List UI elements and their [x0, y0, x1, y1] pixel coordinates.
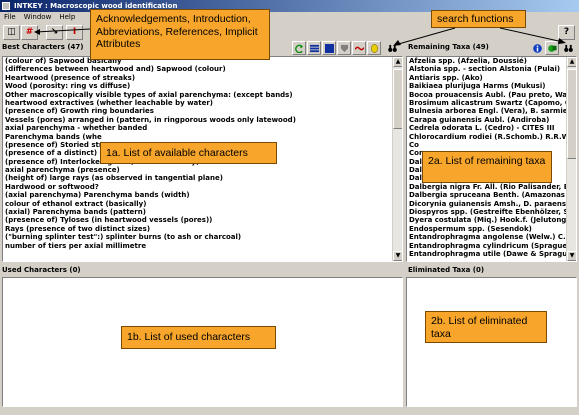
character-item[interactable]: (axial) Parenchyma bands (pattern): [3, 208, 402, 216]
scroll-down-arrow[interactable]: ▼: [393, 251, 402, 261]
scroll-thumb[interactable]: [567, 69, 576, 159]
character-item[interactable]: (height of) large rays (as observed in t…: [3, 174, 402, 182]
taxon-item[interactable]: Co: [407, 141, 576, 149]
arrow-back-icon: [295, 44, 304, 53]
taxon-item[interactable]: Diospyros spp. (Gestreifte Ebenhölzer, S…: [407, 208, 576, 216]
remaining-taxa-header: Remaining Taxa (49): [408, 43, 489, 51]
search-pointer-right: [499, 27, 564, 43]
menu-window[interactable]: Window: [20, 12, 56, 23]
restart-icon: ◫: [7, 27, 16, 37]
restart-from-list-button[interactable]: [292, 41, 306, 55]
best-button[interactable]: [322, 41, 336, 55]
diagnostic-icon: ↘: [50, 27, 59, 37]
help-pointer-icon: ?: [563, 27, 570, 37]
status-bar: [0, 409, 579, 415]
taxon-item[interactable]: Dyera costulata (Miq.) Hook.f. (Jelutong…: [407, 216, 576, 224]
taxon-item[interactable]: Dalbergia nigra Fr. All. (Rio Palisander…: [407, 183, 576, 191]
used-characters-header: Used Characters (0): [2, 266, 81, 274]
character-item[interactable]: Rays (presence of two distinct sizes): [3, 225, 402, 233]
info-icon: [533, 44, 542, 53]
taxon-item[interactable]: Entandrophragma cylindricum (Sprague) Sp: [407, 242, 576, 250]
characters-scrollbar[interactable]: ▲ ▼: [392, 57, 402, 261]
character-item[interactable]: number of tiers per axial millimetre: [3, 242, 402, 250]
character-item[interactable]: Other macroscopically visible types of a…: [3, 91, 402, 99]
character-item[interactable]: Hardwood or softwood?: [3, 183, 402, 191]
hash-icon: #: [25, 27, 34, 37]
binoculars-icon: [388, 44, 397, 52]
taxon-item[interactable]: Entandrophragma utile (Dawe & Sprague) S: [407, 250, 576, 258]
eliminated-taxa-callout: 2b. List of eliminated taxa: [425, 311, 547, 343]
character-item[interactable]: ("burning splinter test":) splinter burn…: [3, 233, 402, 241]
binoculars-icon: [564, 44, 573, 52]
character-item[interactable]: colour of ethanol extract (basically): [3, 200, 402, 208]
character-item[interactable]: (presence of) Tyloses (in heartwood vess…: [3, 216, 402, 224]
taxon-item[interactable]: Cedrela odorata L. (Cedro) - CITES III: [407, 124, 576, 132]
shield-icon: [340, 44, 349, 53]
find-characters-button[interactable]: [385, 41, 399, 55]
circle-icon: [371, 44, 378, 53]
diagnostic-button[interactable]: ↘: [46, 25, 63, 40]
taxon-item[interactable]: Carapa guianensis Aubl. (Andiroba): [407, 116, 576, 124]
scroll-up-arrow[interactable]: ▲: [567, 57, 576, 67]
character-item[interactable]: (axial parenchyma) Parenchyma bands (wid…: [3, 191, 402, 199]
taxon-item[interactable]: Brosimum alicastrum Swartz (Capomo, Ojo: [407, 99, 576, 107]
taxon-item[interactable]: Chlorocardium rodiei (R.Schomb.) R.R.W. …: [407, 133, 576, 141]
menu-help[interactable]: Help: [55, 12, 79, 23]
taxon-item[interactable]: Baikiaea plurijuga Harms (Mukusi): [407, 82, 576, 90]
taxon-item[interactable]: Bocoa prouacensis Aubl. (Pau preto, Wama: [407, 91, 576, 99]
taxon-item[interactable]: Dicorynia guianensis Amsh., D. paraensis: [407, 200, 576, 208]
scroll-thumb[interactable]: [393, 69, 402, 129]
taxon-item[interactable]: Endospermum spp. (Sesendok): [407, 225, 576, 233]
display-order-button[interactable]: [307, 41, 321, 55]
character-item[interactable]: Parenchyma bands (whe: [3, 133, 402, 141]
character-item[interactable]: Heartwood (presence of streaks): [3, 74, 402, 82]
remaining-taxa-callout: 2a. List of remaining taxa: [422, 151, 552, 183]
app-icon: [2, 2, 10, 10]
find-taxa-button[interactable]: [561, 41, 575, 55]
character-item[interactable]: heartwood extractives (whether leachable…: [3, 99, 402, 107]
taxon-item[interactable]: Antiaris spp. (Ako): [407, 74, 576, 82]
differences-button[interactable]: [545, 41, 559, 55]
taxon-item[interactable]: Entandrophragma angolense (Welw.) C. DC: [407, 233, 576, 241]
character-item[interactable]: Vessels (pores) arranged in (pattern, in…: [3, 116, 402, 124]
taxa-scrollbar[interactable]: ▲ ▼: [566, 57, 576, 261]
character-item[interactable]: (differences between heartwood and) Sapw…: [3, 65, 402, 73]
search-functions-callout: search functions: [431, 10, 526, 28]
taxon-item[interactable]: Alstonia spp. - section Alstonia (Pulai): [407, 65, 576, 73]
help-pointer-button[interactable]: ?: [558, 25, 575, 40]
used-characters-callout: 1b. List of used characters: [121, 326, 276, 349]
available-characters-callout: 1a. List of available characters: [100, 142, 277, 164]
restart-button[interactable]: ◫: [3, 25, 20, 40]
tolerance-button[interactable]: [352, 41, 366, 55]
menu-file[interactable]: File: [0, 12, 20, 23]
list-lines-icon: [310, 44, 319, 53]
hash-button[interactable]: #: [21, 25, 38, 40]
character-item[interactable]: Wood (porosity: ring vs diffuse): [3, 82, 402, 90]
scroll-up-arrow[interactable]: ▲: [393, 57, 402, 67]
tilde-icon: [355, 46, 364, 51]
separate-icon: I: [72, 27, 77, 37]
taxon-item[interactable]: Dalbergia spruceana Benth. (Amazonas Pa: [407, 191, 576, 199]
green-shapes-icon: [548, 45, 557, 52]
eliminated-taxa-header: Eliminated Taxa (0): [408, 266, 485, 274]
natural-order-button[interactable]: [367, 41, 381, 55]
taxon-item[interactable]: Afzelia spp. (Afzelia, Doussié): [407, 57, 576, 65]
separate-button[interactable]: I: [66, 25, 83, 40]
menu-callout: Acknowledgements, Introduction, Abbrevia…: [90, 9, 270, 60]
taxon-item[interactable]: Bulnesia arborea Engl. (Vera), B. sarmie…: [407, 107, 576, 115]
character-item[interactable]: axial parenchyma (presence): [3, 166, 402, 174]
square-icon: [325, 44, 334, 53]
character-item[interactable]: (presence of) Growth ring boundaries: [3, 107, 402, 115]
scroll-down-arrow[interactable]: ▼: [567, 251, 576, 261]
separate-chars-button[interactable]: [337, 41, 351, 55]
taxon-info-button[interactable]: [530, 41, 544, 55]
character-item[interactable]: axial parenchyma - whether banded: [3, 124, 402, 132]
